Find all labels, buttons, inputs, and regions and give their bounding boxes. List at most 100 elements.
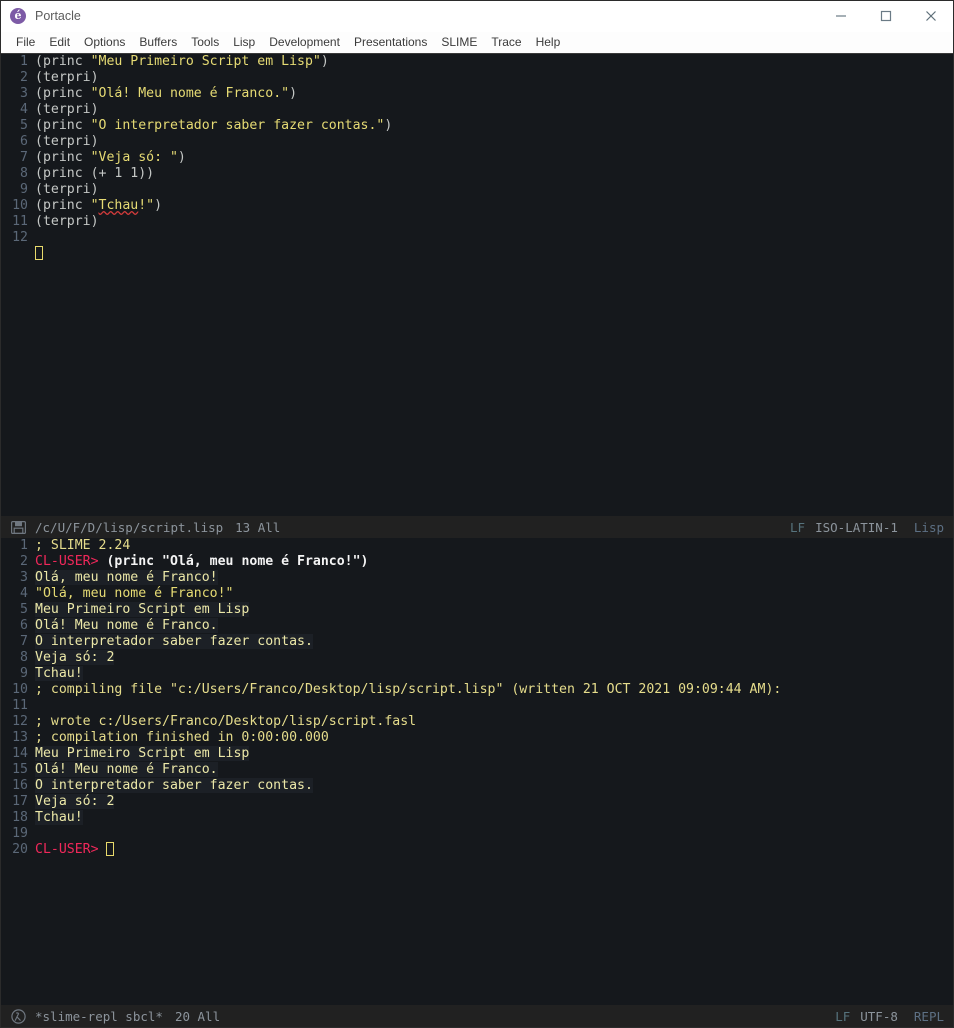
code-token: (princ	[35, 198, 91, 213]
code-line[interactable]: 17 Veja só: 2	[1, 794, 953, 810]
code-token: (princ	[35, 118, 91, 133]
source-code-buffer[interactable]: 1 (princ "Meu Primeiro Script em Lisp") 2 (…	[1, 54, 953, 516]
code-token: Meu Primeiro Script em Lisp	[35, 602, 250, 617]
menu-item-edit[interactable]: Edit	[42, 32, 77, 53]
code-token: (terpri)	[35, 70, 99, 85]
code-token: Veja só: 2	[35, 794, 115, 809]
menu-item-buffers[interactable]: Buffers	[132, 32, 184, 53]
code-token: )	[320, 54, 329, 69]
editor-eol-indicator[interactable]: LF	[790, 520, 805, 535]
portacle-logo-icon: é	[10, 8, 26, 24]
emacs-frame: 1 (princ "Meu Primeiro Script em Lisp") 2 (…	[1, 54, 953, 1027]
code-token: "Meu Primeiro Script em Lisp"	[90, 54, 321, 69]
editor-major-mode[interactable]: Lisp	[914, 520, 944, 535]
code-line[interactable]: 7 (princ "Veja só: ")	[1, 150, 953, 166]
code-line[interactable]: 13 ; compilation finished in 0:00:00.000	[1, 730, 953, 746]
close-button[interactable]	[908, 1, 953, 31]
code-line[interactable]: 11 (terpri)	[1, 214, 953, 230]
code-line[interactable]: 12 ; wrote c:/Users/Franco/Desktop/lisp/s…	[1, 714, 953, 730]
line-number: 5	[20, 602, 28, 617]
menu-item-presentations[interactable]: Presentations	[347, 32, 434, 53]
line-number: 3	[20, 86, 28, 101]
menu-item-options[interactable]: Options	[77, 32, 132, 53]
line-text: Olá! Meu nome é Franco.	[35, 618, 218, 634]
code-token: "Veja só: "	[90, 150, 178, 165]
line-number: 12	[12, 230, 28, 245]
code-line[interactable]: 14 Meu Primeiro Script em Lisp	[1, 746, 953, 762]
line-text: Veja só: 2	[35, 794, 115, 810]
code-token: Tchau	[98, 198, 139, 213]
menu-item-development[interactable]: Development	[262, 32, 347, 53]
line-number: 1	[20, 54, 28, 69]
line-number: 8	[20, 166, 28, 181]
repl-major-mode[interactable]: REPL	[914, 1009, 944, 1024]
code-line[interactable]: 9 (terpri)	[1, 182, 953, 198]
line-number: 11	[12, 698, 28, 713]
line-number: 10	[12, 682, 28, 697]
line-text: CL-USER> (princ "Olá, meu nome é Franco!…	[35, 554, 368, 570]
line-text: (princ "Tchau!")	[35, 198, 162, 214]
menu-item-lisp[interactable]: Lisp	[226, 32, 262, 53]
code-line[interactable]	[1, 246, 953, 262]
menu-item-help[interactable]: Help	[529, 32, 568, 53]
code-line[interactable]: 1 ; SLIME 2.24	[1, 538, 953, 554]
maximize-button[interactable]	[863, 1, 908, 31]
code-line[interactable]: 10 (princ "Tchau!")	[1, 198, 953, 214]
line-text: (terpri)	[35, 70, 99, 86]
code-line[interactable]: 3 (princ "Olá! Meu nome é Franco.")	[1, 86, 953, 102]
code-line[interactable]: 19	[1, 826, 953, 842]
editor-encoding-indicator[interactable]: ISO-LATIN-1	[815, 520, 898, 535]
code-line[interactable]: 7 O interpretador saber fazer contas.	[1, 634, 953, 650]
code-token: CL-USER>	[35, 554, 107, 569]
line-text	[35, 246, 43, 262]
code-line[interactable]: 20 CL-USER>	[1, 842, 953, 858]
code-line[interactable]: 16 O interpretador saber fazer contas.	[1, 778, 953, 794]
code-token: (princ	[35, 86, 91, 101]
code-token: ; wrote c:/Users/Franco/Desktop/lisp/scr…	[35, 714, 417, 729]
code-line[interactable]: 6 Olá! Meu nome é Franco.	[1, 618, 953, 634]
line-text: (princ "Meu Primeiro Script em Lisp")	[35, 54, 329, 70]
code-token: !"	[138, 198, 155, 213]
slime-repl-buffer[interactable]: 1 ; SLIME 2.24 2 CL-USER> (princ "Olá, meu …	[1, 538, 953, 1005]
code-line[interactable]: 1 (princ "Meu Primeiro Script em Lisp")	[1, 54, 953, 70]
repl-mode-line: *slime-repl sbcl* 20 All LF UTF-8 REPL	[1, 1005, 953, 1027]
code-line[interactable]: 8 (princ (+ 1 1))	[1, 166, 953, 182]
minimize-button[interactable]	[818, 1, 863, 31]
code-token: (terpri)	[35, 182, 99, 197]
line-number: 7	[20, 634, 28, 649]
code-line[interactable]: 3 Olá, meu nome é Franco!	[1, 570, 953, 586]
code-line[interactable]: 15 Olá! Meu nome é Franco.	[1, 762, 953, 778]
lisp-lambda-icon	[10, 1008, 27, 1024]
code-token: "	[90, 198, 99, 213]
repl-eol-indicator[interactable]: LF	[835, 1009, 850, 1024]
menu-item-slime[interactable]: SLIME	[434, 32, 484, 53]
menu-item-tools[interactable]: Tools	[184, 32, 226, 53]
saved-file-icon	[10, 520, 27, 534]
window-title: Portacle	[35, 9, 81, 23]
line-text: "Olá, meu nome é Franco!"	[35, 586, 234, 602]
code-line[interactable]: 8 Veja só: 2	[1, 650, 953, 666]
code-line[interactable]: 4 "Olá, meu nome é Franco!"	[1, 586, 953, 602]
repl-encoding-indicator[interactable]: UTF-8	[860, 1009, 898, 1024]
menu-item-file[interactable]: File	[9, 32, 42, 53]
code-line[interactable]: 6 (terpri)	[1, 134, 953, 150]
code-line[interactable]: 5 (princ "O interpretador saber fazer con…	[1, 118, 953, 134]
line-number: 1	[20, 538, 28, 553]
editor-mode-line: /c/U/F/D/lisp/script.lisp 13 All LF ISO-…	[1, 516, 953, 538]
code-token: O interpretador saber fazer contas.	[35, 778, 313, 793]
line-number: 4	[20, 586, 28, 601]
code-token: (terpri)	[35, 134, 99, 149]
code-line[interactable]: 9 Tchau!	[1, 666, 953, 682]
line-number: 19	[12, 826, 28, 841]
code-line[interactable]: 4 (terpri)	[1, 102, 953, 118]
code-line[interactable]: 2 (terpri)	[1, 70, 953, 86]
menu-item-trace[interactable]: Trace	[484, 32, 528, 53]
title-bar: é Portacle	[1, 1, 953, 32]
code-line[interactable]: 18 Tchau!	[1, 810, 953, 826]
code-line[interactable]: 5 Meu Primeiro Script em Lisp	[1, 602, 953, 618]
code-line[interactable]: 2 CL-USER> (princ "Olá, meu nome é Franco…	[1, 554, 953, 570]
code-line[interactable]: 10 ; compiling file "c:/Users/Franco/Desk…	[1, 682, 953, 698]
menu-bar: File Edit Options Buffers Tools Lisp Developme…	[1, 32, 953, 54]
code-line[interactable]: 11	[1, 698, 953, 714]
code-line[interactable]: 12	[1, 230, 953, 246]
